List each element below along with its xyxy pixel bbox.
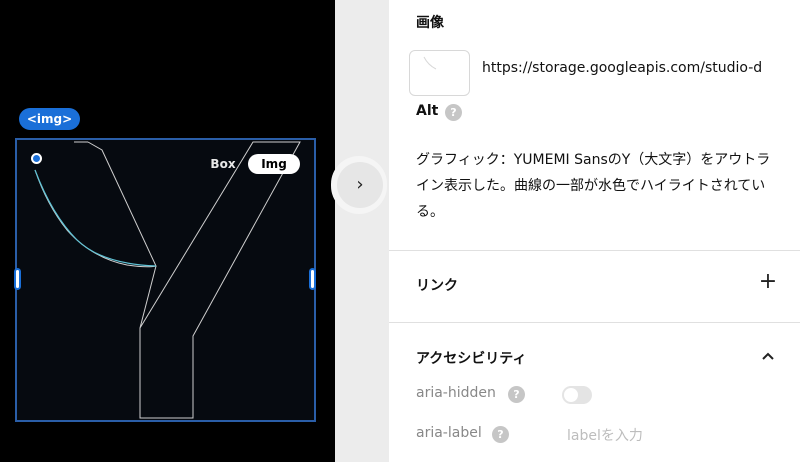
add-link-icon[interactable]: +: [758, 271, 778, 293]
mode-img-button[interactable]: Img: [248, 154, 300, 174]
settings-dot-icon[interactable]: [31, 153, 42, 164]
image-section-title: 画像: [416, 15, 444, 31]
mode-box-button[interactable]: Box: [205, 154, 241, 174]
alt-label: Alt: [416, 103, 439, 119]
resize-handle-right[interactable]: [309, 268, 316, 290]
chevron-up-icon[interactable]: [758, 346, 778, 366]
chevron-right-icon: ›: [356, 174, 364, 195]
aria-hidden-label: aria-hidden: [416, 385, 496, 401]
toggle-knob: [564, 388, 578, 402]
mode-switch: Box Img: [205, 154, 300, 174]
aria-label-label: aria-label: [416, 425, 482, 441]
aria-label-input[interactable]: [567, 424, 777, 448]
resize-handle-left[interactable]: [14, 268, 21, 290]
divider: [389, 322, 800, 323]
aria-label-help-icon[interactable]: ?: [492, 426, 509, 443]
panel-toggle-button[interactable]: ›: [331, 156, 387, 214]
aria-hidden-help-icon[interactable]: ?: [508, 386, 525, 403]
properties-panel: 画像 https://storage.googleapis.com/studio…: [389, 0, 800, 462]
link-section-title: リンク: [416, 278, 458, 294]
highlighted-curve: [34, 169, 157, 267]
alt-text-description[interactable]: グラフィック：YUMEMI SansのY（大文字）をアウトライン表示した。曲線の…: [416, 147, 776, 225]
divider: [389, 250, 800, 251]
y-stem-path: [139, 141, 301, 419]
element-type-badge: <img>: [19, 108, 80, 130]
image-url[interactable]: https://storage.googleapis.com/studio-d: [482, 60, 800, 76]
alt-help-icon[interactable]: ?: [445, 104, 462, 121]
panel-toggle-inner: ›: [337, 162, 383, 208]
selected-image-frame[interactable]: [15, 138, 316, 422]
thumbnail-preview-icon: [423, 56, 437, 70]
image-thumbnail[interactable]: [409, 50, 470, 96]
aria-hidden-toggle[interactable]: [562, 386, 592, 404]
accessibility-section-title: アクセシビリティ: [416, 351, 527, 367]
letter-y-outline-graphic: [34, 141, 301, 419]
y-outline-path: [34, 141, 157, 268]
editor-canvas: <img> Box Img: [0, 0, 335, 462]
